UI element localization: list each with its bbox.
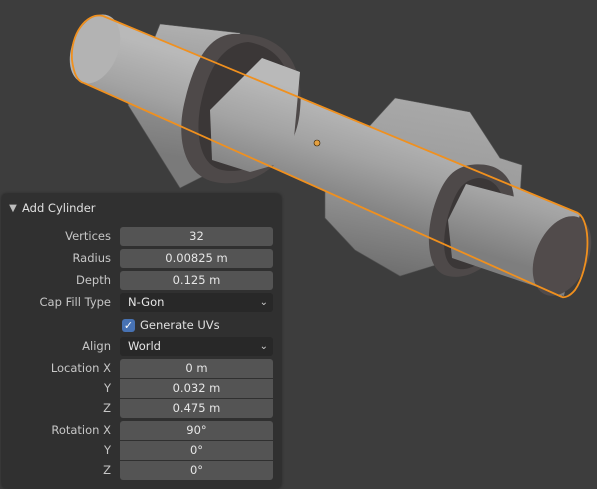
rotation-z-row: Z 0° [2,461,281,480]
rotation-x-row: Rotation X 90° [2,421,281,440]
panel-header[interactable]: ▼ Add Cylinder [2,198,281,218]
radius-field[interactable]: 0.00825 m [120,249,273,268]
chevron-down-icon: ⌄ [259,297,268,308]
align-value: World [128,339,161,353]
depth-label: Depth [75,273,111,287]
chevron-down-icon: ⌄ [259,341,268,352]
generate-uvs-checkbox-row[interactable]: ✓ Generate UVs [122,317,220,333]
cap-fill-type-dropdown[interactable]: N-Gon ⌄ [120,293,273,312]
location-x-label: Location X [50,361,111,375]
rotation-x-label: Rotation X [51,423,111,437]
rotation-x-field[interactable]: 90° [120,421,273,440]
location-y-field[interactable]: 0.032 m [120,379,273,398]
location-y-label: Y [103,381,111,395]
location-y-row: Y 0.032 m [2,379,281,398]
cap-fill-type-label: Cap Fill Type [39,295,111,309]
location-z-label: Z [103,401,111,415]
rotation-z-field[interactable]: 0° [120,461,273,480]
rotation-y-row: Y 0° [2,441,281,460]
location-x-row: Location X 0 m [2,359,281,378]
generate-uvs-label: Generate UVs [140,318,220,332]
rotation-z-label: Z [103,463,111,477]
vertices-field[interactable]: 32 [120,227,273,246]
location-z-row: Z 0.475 m [2,399,281,418]
panel-title: Add Cylinder [22,201,96,215]
vertices-label: Vertices [65,229,111,243]
rotation-y-field[interactable]: 0° [120,441,273,460]
cap-fill-type-value: N-Gon [128,295,165,309]
checkmark-icon[interactable]: ✓ [122,318,135,332]
align-row: Align World ⌄ [2,337,281,356]
operator-panel[interactable]: ▼ Add Cylinder Vertices 32 Radius 0.0082… [2,194,281,488]
align-dropdown[interactable]: World ⌄ [120,337,273,356]
radius-row: Radius 0.00825 m [2,249,281,268]
location-x-field[interactable]: 0 m [120,359,273,378]
align-label: Align [82,339,111,353]
cap-fill-type-row: Cap Fill Type N-Gon ⌄ [2,293,281,312]
radius-label: Radius [72,251,111,265]
rotation-y-label: Y [103,443,111,457]
vertices-row: Vertices 32 [2,227,281,246]
chevron-down-icon[interactable]: ▼ [4,203,22,214]
object-origin-dot [313,139,321,147]
depth-field[interactable]: 0.125 m [120,271,273,290]
depth-row: Depth 0.125 m [2,271,281,290]
location-z-field[interactable]: 0.475 m [120,399,273,418]
